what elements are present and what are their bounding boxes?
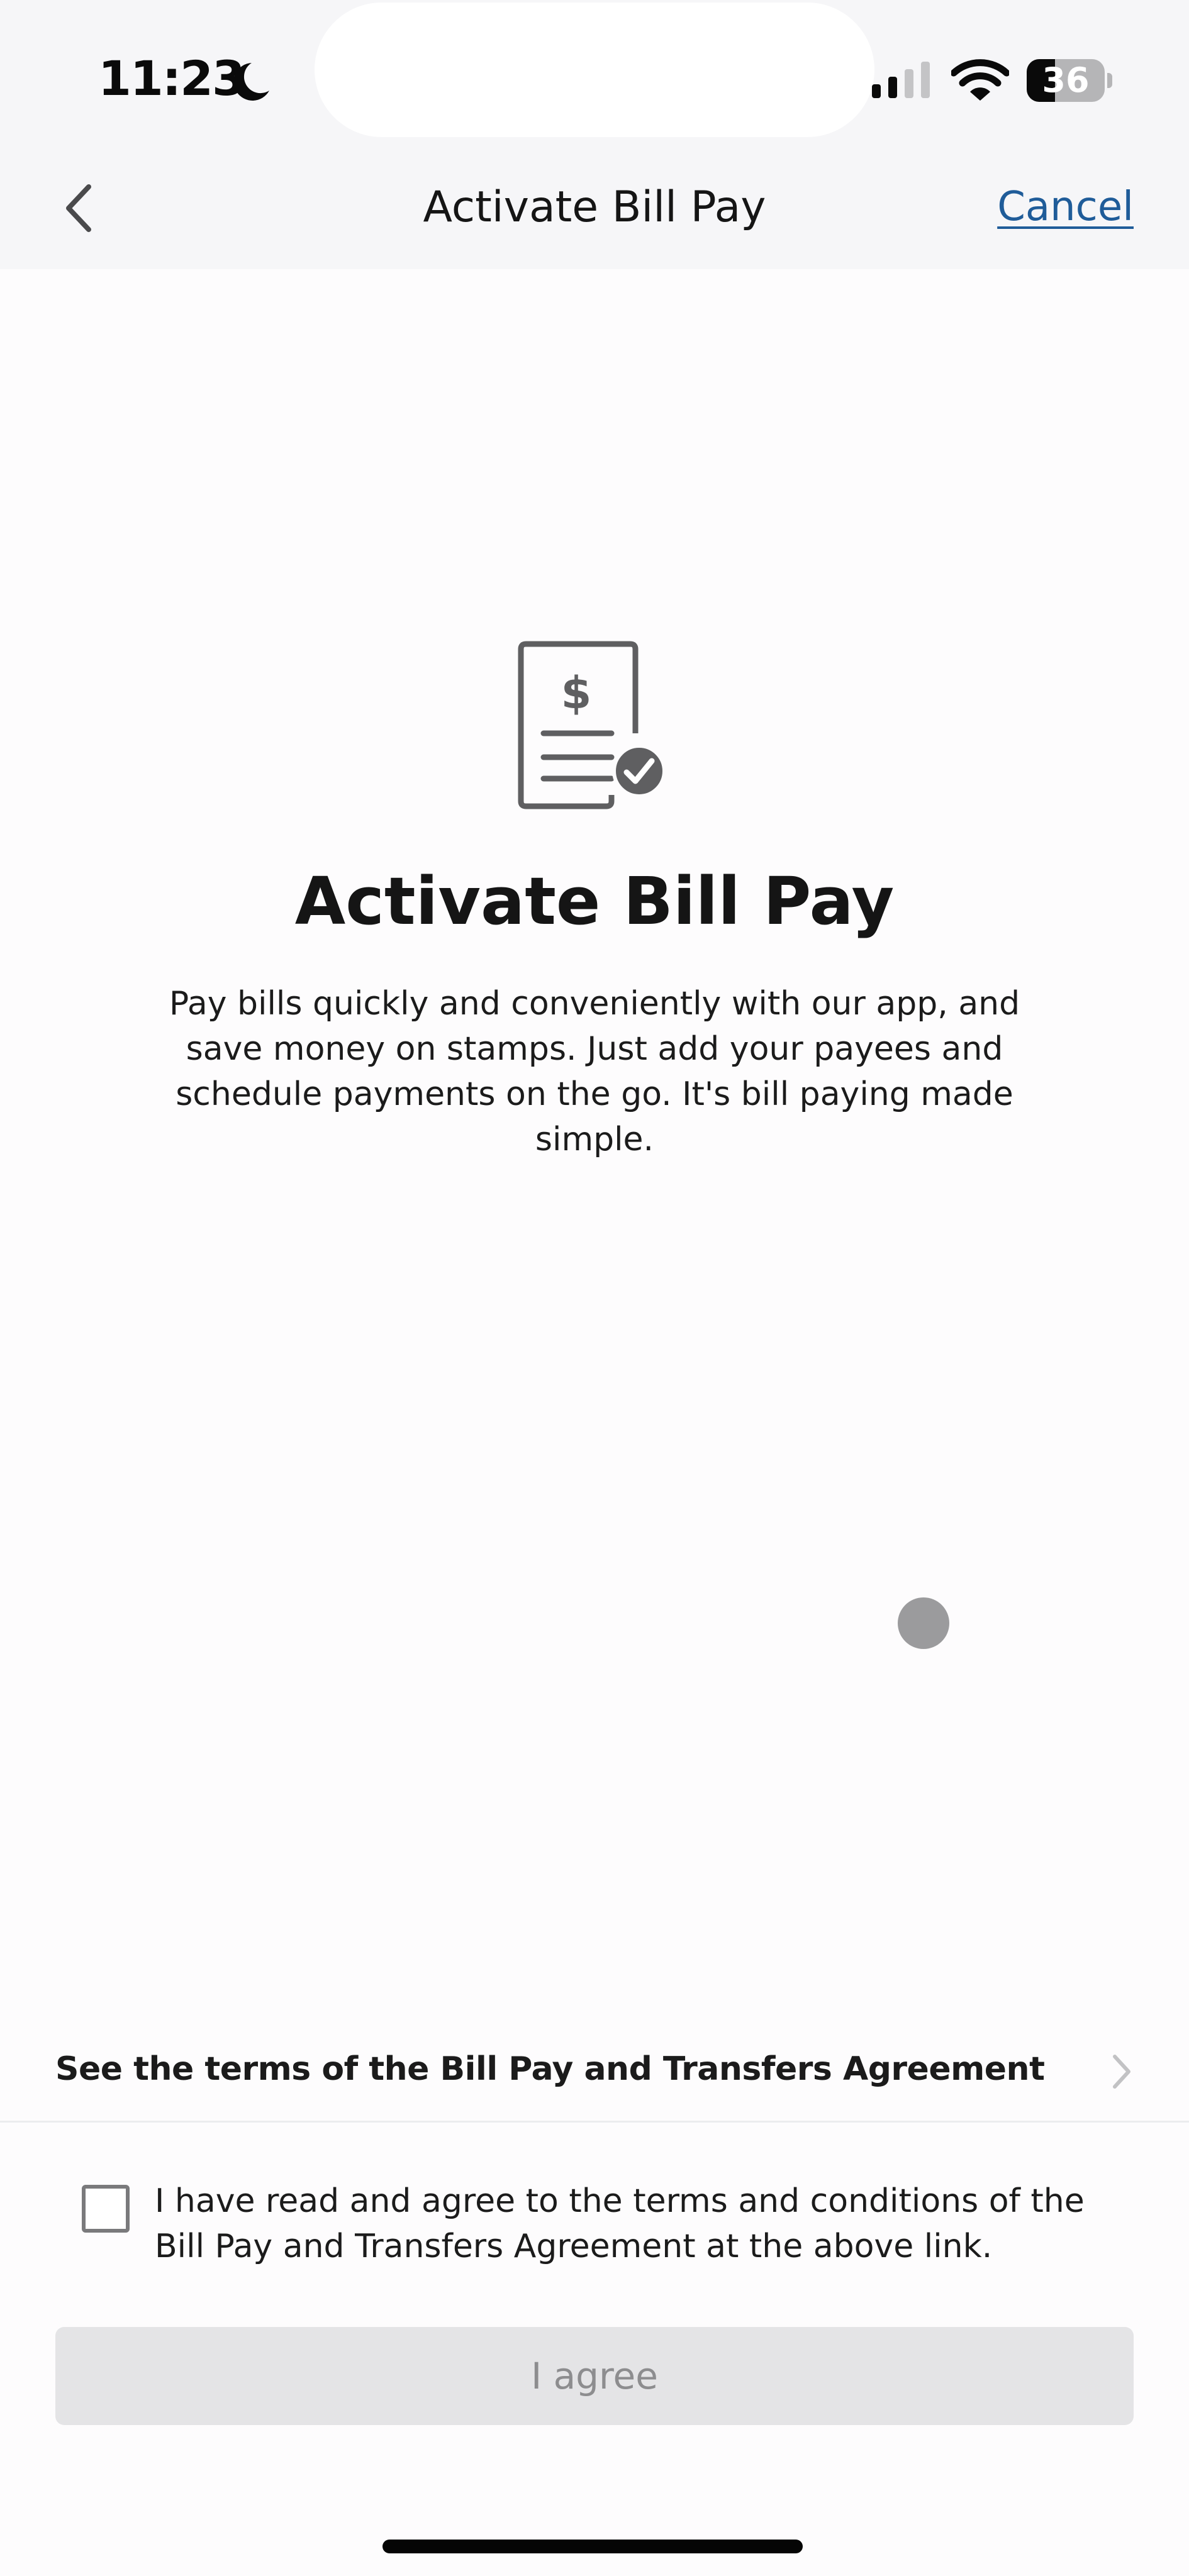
wifi-icon [951,59,1009,101]
hero-title: Activate Bill Pay [294,863,895,940]
moon-icon [233,63,269,101]
svg-text:$: $ [561,667,592,719]
agree-checkbox[interactable] [82,2185,130,2233]
i-agree-button[interactable]: I agree [55,2327,1134,2425]
hero-description: Pay bills quickly and conveniently with … [169,985,1020,1158]
status-time: 11:23 [98,50,245,106]
battery-indicator: 36 [1027,59,1112,102]
bill-check-icon: $ [518,641,666,809]
battery-percent: 36 [1042,60,1090,100]
battery-body: 36 [1027,59,1105,102]
dynamic-island [315,3,874,137]
top-bar: 11:23 36 Activate Bill Pay Cancel [0,0,1189,269]
chevron-right-icon [1113,2055,1130,2089]
activate-bill-pay-screen: 11:23 36 Activate Bill Pay Cancel $ Acti… [0,0,1189,2576]
home-indicator [382,2540,803,2553]
battery-cap [1107,73,1112,88]
terms-link-label: See the terms of the Bill Pay and Transf… [55,2050,1045,2088]
touch-indicator [898,1597,949,1649]
terms-agreement-link-row[interactable]: See the terms of the Bill Pay and Transf… [0,2031,1189,2121]
divider [0,2121,1189,2123]
signal-icon [872,62,930,98]
agree-checkbox-label: I have read and agree to the terms and c… [155,2182,1085,2265]
cancel-link[interactable]: Cancel [997,184,1134,230]
